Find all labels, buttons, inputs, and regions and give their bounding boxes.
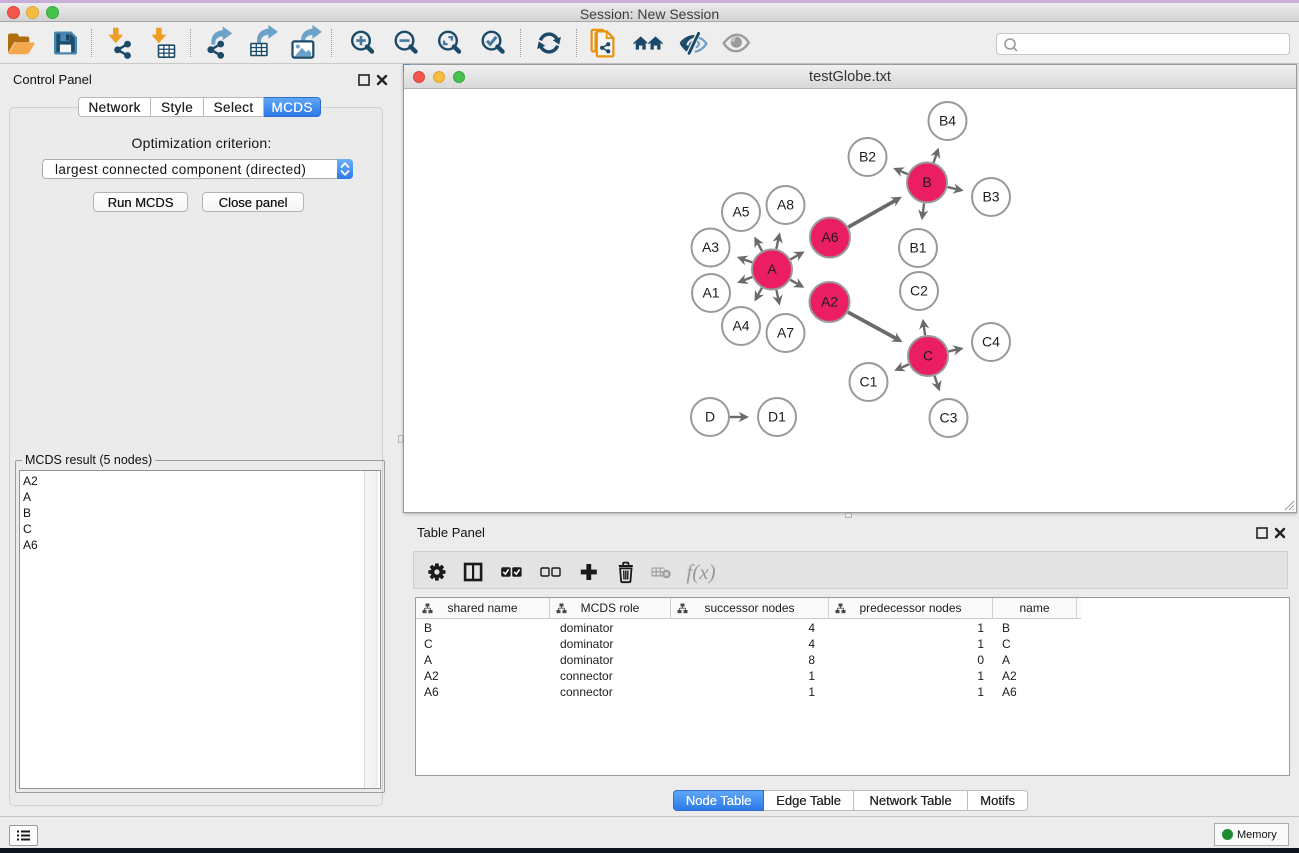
svg-text:A2: A2: [821, 294, 838, 310]
svg-text:C1: C1: [860, 374, 878, 390]
svg-text:C4: C4: [982, 334, 1000, 350]
svg-text:B1: B1: [909, 240, 926, 256]
svg-text:B2: B2: [859, 149, 876, 165]
svg-text:A5: A5: [732, 204, 749, 220]
svg-text:B4: B4: [939, 113, 956, 129]
svg-text:B: B: [922, 174, 931, 190]
svg-text:A7: A7: [777, 325, 794, 341]
svg-text:D: D: [705, 409, 715, 425]
svg-text:C: C: [923, 348, 933, 364]
svg-text:A4: A4: [732, 318, 749, 334]
svg-text:D1: D1: [768, 409, 786, 425]
svg-text:A1: A1: [702, 285, 719, 301]
svg-text:A3: A3: [702, 239, 719, 255]
svg-text:f(x): f(x): [686, 560, 715, 584]
svg-text:A8: A8: [777, 197, 794, 213]
svg-text:B3: B3: [982, 189, 999, 205]
svg-text:C3: C3: [940, 410, 958, 426]
svg-text:C2: C2: [910, 283, 928, 299]
svg-text:A: A: [767, 261, 777, 277]
svg-text:A6: A6: [821, 229, 838, 245]
